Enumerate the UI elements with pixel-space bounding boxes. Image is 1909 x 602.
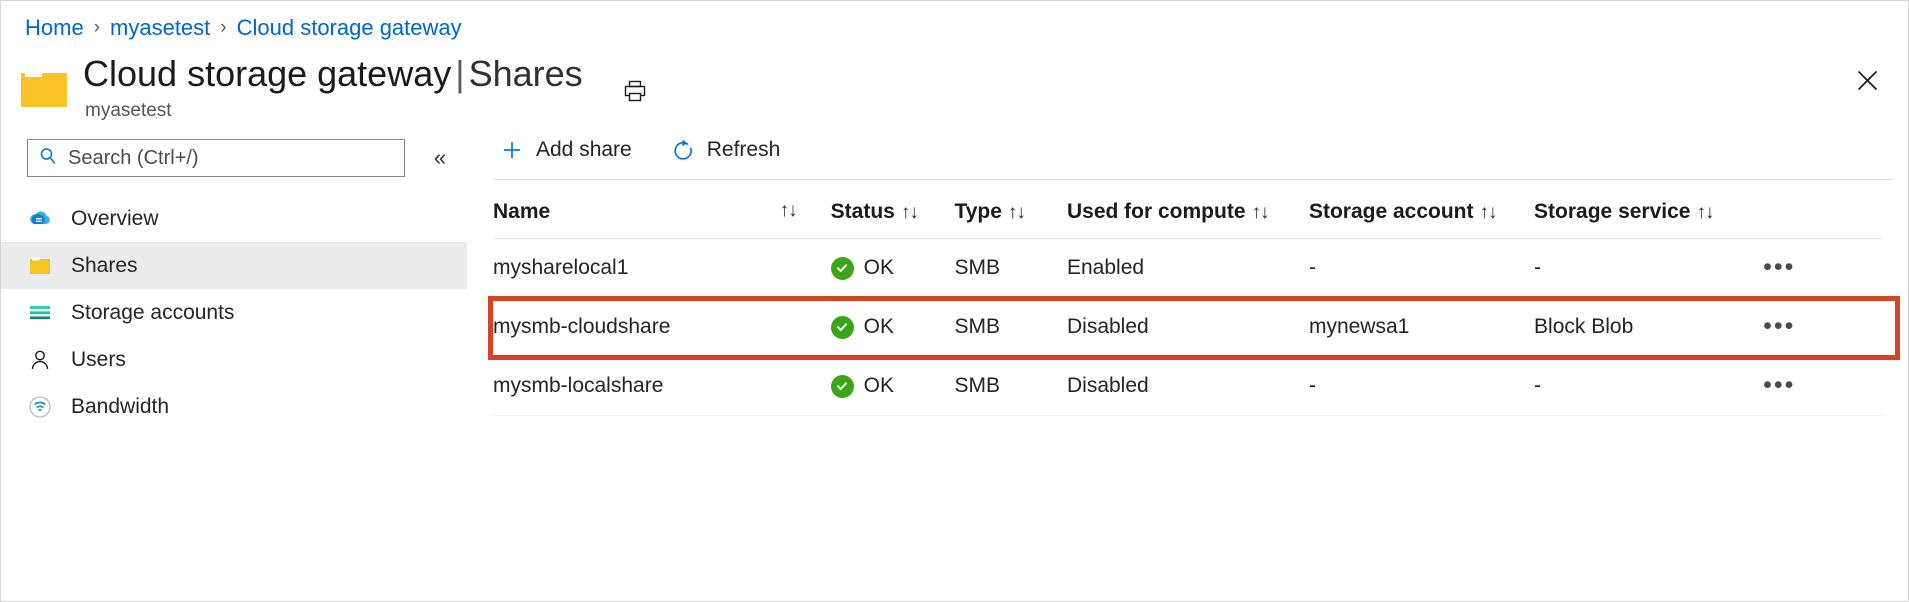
blade-body: Search (Ctrl+/) « Overview	[1, 123, 1908, 543]
sidebar: Search (Ctrl+/) « Overview	[1, 123, 467, 543]
blade-header: Cloud storage gateway|Shares myasetest	[1, 43, 1908, 123]
bandwidth-icon	[27, 394, 53, 420]
cell-status-label: OK	[864, 374, 894, 398]
content-pane: Add share Refresh	[467, 123, 1908, 543]
command-bar-divider	[493, 179, 1894, 180]
sidebar-item-overview[interactable]: Overview	[1, 195, 467, 242]
cell-actions: •••	[1759, 239, 1883, 298]
refresh-label: Refresh	[707, 138, 781, 162]
sidebar-item-label: Bandwidth	[71, 395, 169, 419]
cell-storage-account: -	[1309, 357, 1534, 416]
column-header-type[interactable]: Type↑↓	[954, 186, 1067, 239]
column-header-name[interactable]: Name↑↓	[493, 186, 831, 239]
sidebar-nav: Overview Shares	[1, 195, 467, 430]
breadcrumb-item-myasetest[interactable]: myasetest	[110, 15, 210, 41]
cell-status-label: OK	[864, 256, 894, 280]
search-input[interactable]: Search (Ctrl+/)	[27, 139, 405, 177]
sidebar-item-label: Shares	[71, 254, 138, 278]
folder-icon	[21, 69, 67, 107]
sidebar-search-row: Search (Ctrl+/) «	[1, 135, 467, 181]
cell-storage-service: -	[1534, 357, 1759, 416]
row-context-menu-button[interactable]: •••	[1759, 314, 1799, 339]
cell-status-label: OK	[864, 315, 894, 339]
shares-table: Name↑↓ Status↑↓ Type↑↓ Used for compute↑…	[493, 186, 1883, 416]
sidebar-item-shares[interactable]: Shares	[1, 242, 467, 289]
breadcrumb-item-cloud-storage-gateway[interactable]: Cloud storage gateway	[237, 15, 462, 41]
page-title-separator: |	[451, 53, 468, 94]
table-row[interactable]: mysmb-localshare OK SMB	[493, 357, 1883, 416]
sidebar-item-label: Storage accounts	[71, 301, 234, 325]
table-row[interactable]: mysharelocal1 OK SMB	[493, 239, 1883, 298]
sort-icon: ↑↓	[895, 202, 918, 223]
success-check-icon	[831, 257, 854, 280]
cell-used-for-compute: Disabled	[1067, 298, 1309, 357]
sort-icon: ↑↓	[1474, 202, 1497, 223]
breadcrumb-separator-icon: ›	[220, 17, 226, 39]
command-bar: Add share Refresh	[487, 123, 1908, 177]
breadcrumb-item-home[interactable]: Home	[25, 15, 84, 41]
sidebar-item-bandwidth[interactable]: Bandwidth	[1, 383, 467, 430]
cell-storage-account: mynewsa1	[1309, 298, 1534, 357]
collapse-sidebar-icon[interactable]: «	[425, 143, 455, 173]
column-header-storage-service[interactable]: Storage service↑↓	[1534, 186, 1759, 239]
search-icon	[38, 146, 58, 171]
user-icon	[27, 347, 53, 373]
cell-type: SMB	[954, 239, 1067, 298]
sidebar-item-label: Users	[71, 348, 126, 372]
page-title-section: Shares	[469, 53, 583, 94]
refresh-icon	[670, 137, 696, 163]
cell-storage-account: -	[1309, 239, 1534, 298]
print-icon[interactable]	[619, 75, 651, 107]
sidebar-item-label: Overview	[71, 207, 159, 231]
plus-icon	[499, 137, 525, 163]
cell-used-for-compute: Disabled	[1067, 357, 1309, 416]
close-icon[interactable]	[1848, 61, 1886, 99]
sort-icon: ↑↓	[1690, 202, 1713, 223]
sidebar-item-users[interactable]: Users	[1, 336, 467, 383]
azure-portal-shares-blade: Home › myasetest › Cloud storage gateway…	[0, 0, 1909, 602]
title-texts: Cloud storage gateway|Shares myasetest	[83, 53, 583, 122]
page-subtitle: myasetest	[83, 100, 583, 122]
breadcrumb: Home › myasetest › Cloud storage gateway	[1, 1, 1908, 43]
table-header-row: Name↑↓ Status↑↓ Type↑↓ Used for compute↑…	[493, 186, 1883, 239]
cell-name[interactable]: mysharelocal1	[493, 239, 831, 298]
sort-icon: ↑↓	[774, 200, 831, 222]
refresh-button[interactable]: Refresh	[664, 133, 787, 167]
search-placeholder: Search (Ctrl+/)	[68, 147, 199, 170]
add-share-button[interactable]: Add share	[493, 133, 638, 167]
storage-account-icon	[27, 300, 53, 326]
cell-actions: •••	[1759, 357, 1883, 416]
cell-storage-service: Block Blob	[1534, 298, 1759, 357]
column-header-actions	[1759, 186, 1883, 239]
success-check-icon	[831, 316, 854, 339]
row-context-menu-button[interactable]: •••	[1759, 255, 1799, 280]
cell-name[interactable]: mysmb-localshare	[493, 357, 831, 416]
sidebar-item-storage-accounts[interactable]: Storage accounts	[1, 289, 467, 336]
cell-type: SMB	[954, 357, 1067, 416]
cloud-icon	[27, 206, 53, 232]
row-context-menu-button[interactable]: •••	[1759, 373, 1799, 398]
cell-storage-service: -	[1534, 239, 1759, 298]
add-share-label: Add share	[536, 138, 632, 162]
cell-status: OK	[831, 298, 955, 357]
cell-actions: •••	[1759, 298, 1883, 357]
cell-used-for-compute: Enabled	[1067, 239, 1309, 298]
page-title-resource: Cloud storage gateway	[83, 53, 451, 94]
sort-icon: ↑↓	[1002, 202, 1025, 223]
cell-type: SMB	[954, 298, 1067, 357]
column-header-used-for-compute[interactable]: Used for compute↑↓	[1067, 186, 1309, 239]
page-title: Cloud storage gateway|Shares	[83, 53, 583, 94]
sort-icon: ↑↓	[1246, 202, 1269, 223]
column-header-status[interactable]: Status↑↓	[831, 186, 955, 239]
success-check-icon	[831, 375, 854, 398]
cell-status: OK	[831, 357, 955, 416]
cell-status: OK	[831, 239, 955, 298]
table-row[interactable]: mysmb-cloudshare OK SMB	[493, 298, 1883, 357]
folder-icon	[27, 253, 53, 279]
column-header-storage-account[interactable]: Storage account↑↓	[1309, 186, 1534, 239]
cell-name[interactable]: mysmb-cloudshare	[493, 298, 831, 357]
breadcrumb-separator-icon: ›	[94, 17, 100, 39]
